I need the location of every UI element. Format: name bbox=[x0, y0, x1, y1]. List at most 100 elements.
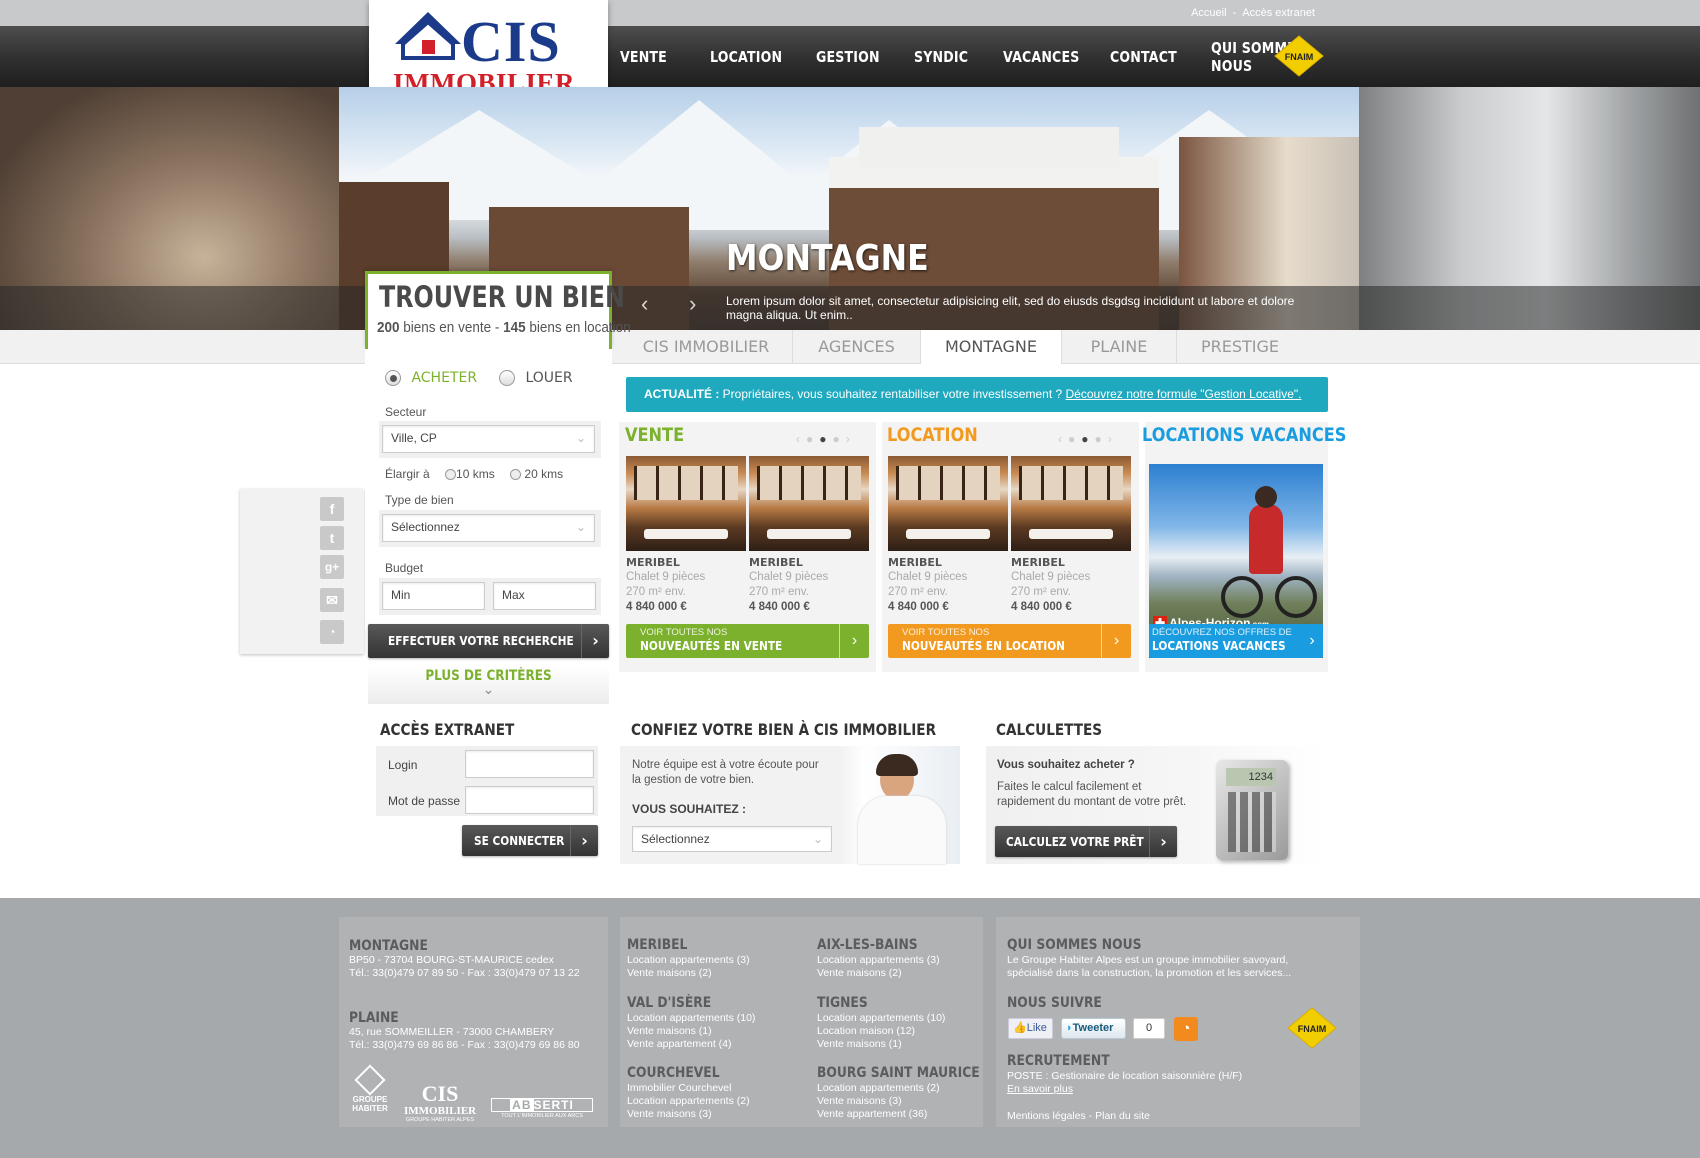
facebook-icon[interactable]: f bbox=[320, 497, 344, 521]
tab-plaine[interactable]: PLAINE bbox=[1062, 330, 1177, 364]
rent-option[interactable]: LOUER bbox=[499, 369, 573, 387]
location-photo-1[interactable] bbox=[888, 456, 1008, 551]
hero-prev-arrow[interactable]: ‹ bbox=[641, 291, 648, 317]
footer-city-link[interactable]: Vente maisons (3) bbox=[817, 1095, 902, 1108]
tweet-count: 0 bbox=[1133, 1018, 1165, 1039]
footer-montagne-title: MONTAGNE bbox=[349, 938, 428, 954]
vente-photo-1[interactable] bbox=[626, 456, 746, 551]
footer-city-title[interactable]: AIX-LES-BAINS bbox=[817, 937, 918, 953]
groupe-habiter-logo[interactable]: GROUPE HABITER bbox=[348, 1064, 392, 1125]
house-icon bbox=[395, 12, 461, 60]
nav-vente[interactable]: VENTE bbox=[620, 48, 672, 66]
location-item-1[interactable]: MERIBEL Chalet 9 pièces 270 m² env. 4 840 0… bbox=[888, 555, 967, 615]
location-title: LOCATION bbox=[887, 424, 978, 446]
radius-10-radio[interactable] bbox=[445, 469, 457, 481]
fnaim-text: FNAIM bbox=[1285, 52, 1314, 62]
nav-gestion[interactable]: GESTION bbox=[816, 48, 880, 66]
fnaim-footer-logo: FNAIM bbox=[1287, 1007, 1337, 1049]
login-button-label: SE CONNECTER bbox=[474, 834, 565, 848]
location-photo-2[interactable] bbox=[1011, 456, 1131, 551]
vente-photo-2[interactable] bbox=[749, 456, 869, 551]
cis-footer-logo[interactable]: CIS IMMOBILIER GROUPE HABITER ALPES bbox=[404, 1083, 476, 1125]
confiez-select[interactable]: Sélectionnez ⌄ bbox=[632, 826, 832, 852]
footer-legal-links[interactable]: Mentions légales - Plan du site bbox=[1007, 1110, 1150, 1123]
social-sidebar: f t g+ ✉ ◔ bbox=[240, 489, 364, 654]
rss-icon[interactable]: ◔ bbox=[320, 620, 344, 644]
tab-montagne[interactable]: MONTAGNE bbox=[921, 330, 1062, 364]
nav-syndic[interactable]: SYNDIC bbox=[914, 48, 968, 66]
budget-max-input[interactable]: Max bbox=[493, 582, 596, 610]
tab-agences[interactable]: AGENCES bbox=[793, 330, 921, 364]
vente-pager[interactable]: ‹●●●› bbox=[796, 432, 856, 446]
footer-recruit-post: POSTE : Gestionaire de location saisonni… bbox=[1007, 1070, 1243, 1082]
footer-city-link[interactable]: Location appartements (10) bbox=[627, 1012, 755, 1025]
facebook-like-button[interactable]: 👍Like bbox=[1008, 1018, 1053, 1039]
footer-city-link[interactable]: Vente maisons (3) bbox=[627, 1108, 712, 1121]
footer-city-link[interactable]: Vente maisons (1) bbox=[817, 1038, 902, 1051]
footer-city-link[interactable]: Immobilier Courchevel bbox=[627, 1082, 731, 1095]
extranet-link[interactable]: Accès extranet bbox=[1242, 7, 1315, 19]
buy-option[interactable]: ACHETER bbox=[385, 369, 477, 387]
calc-button[interactable]: CALCULEZ VOTRE PRÊT › bbox=[995, 826, 1177, 857]
location-all-button[interactable]: VOIR TOUTES NOS NOUVEAUTÉS EN LOCATION › bbox=[888, 624, 1131, 658]
tab-prestige[interactable]: PRESTIGE bbox=[1177, 330, 1303, 364]
search-form: ACHETER LOUER Secteur Ville, CP ⌄ Élargir… bbox=[365, 349, 612, 630]
footer-city-link[interactable]: Location appartements (2) bbox=[817, 1082, 940, 1095]
email-icon[interactable]: ✉ bbox=[320, 588, 344, 612]
abserti-logo[interactable]: AB SERTI TOUT L'IMMOBILIER AUX ARCS bbox=[491, 1098, 593, 1122]
fnaim-footer-text: FNAIM bbox=[1298, 1024, 1327, 1034]
footer-city-link[interactable]: Location appartements (2) bbox=[627, 1095, 750, 1108]
home-link[interactable]: Accueil bbox=[1191, 7, 1226, 19]
sector-input[interactable]: Ville, CP ⌄ bbox=[382, 425, 595, 453]
login-input[interactable] bbox=[465, 750, 594, 778]
chevron-right-icon: › bbox=[1149, 826, 1177, 857]
vacances-button[interactable]: DÉCOUVREZ NOS OFFRES DE LOCATIONS VACANCE… bbox=[1149, 624, 1323, 658]
footer-city-title[interactable]: TIGNES bbox=[817, 995, 868, 1011]
footer-city-title[interactable]: MERIBEL bbox=[627, 937, 687, 953]
team-photo bbox=[840, 746, 960, 864]
footer-city-link[interactable]: Vente maisons (2) bbox=[817, 967, 902, 980]
password-input[interactable] bbox=[465, 786, 594, 814]
footer-city-link[interactable]: Location appartements (3) bbox=[627, 954, 750, 967]
logo-cis: CIS bbox=[461, 9, 561, 74]
tab-cis-immobilier[interactable]: CIS IMMOBILIER bbox=[620, 330, 793, 364]
buy-radio[interactable] bbox=[385, 369, 401, 386]
news-link[interactable]: Découvrez notre formule "Gestion Locativ… bbox=[1066, 387, 1302, 401]
footer-about-text-2: spécialisé dans la construction, la prom… bbox=[1007, 967, 1292, 979]
rent-radio[interactable] bbox=[499, 369, 515, 386]
hero-next-arrow[interactable]: › bbox=[689, 291, 696, 317]
more-criteria-label: PLUS DE CRITÈRES bbox=[425, 668, 552, 684]
footer-city-link[interactable]: Vente maisons (2) bbox=[627, 967, 712, 980]
login-button[interactable]: SE CONNECTER › bbox=[462, 825, 598, 856]
footer-city-link[interactable]: Vente appartement (4) bbox=[627, 1038, 731, 1051]
footer-city-link[interactable]: Vente appartement (36) bbox=[817, 1108, 927, 1121]
footer-city-link[interactable]: Location appartements (10) bbox=[817, 1012, 945, 1025]
google-plus-icon[interactable]: g+ bbox=[320, 555, 344, 579]
nav-contact[interactable]: CONTACT bbox=[1110, 48, 1177, 66]
footer-city-link[interactable]: Location maison (12) bbox=[817, 1025, 915, 1038]
twitter-icon[interactable]: t bbox=[320, 526, 344, 550]
more-criteria[interactable]: PLUS DE CRITÈRES ⌄ bbox=[368, 666, 609, 704]
nav-vacances[interactable]: VACANCES bbox=[1003, 48, 1079, 66]
chevron-down-icon: ⌄ bbox=[575, 520, 586, 534]
location-pager[interactable]: ‹●●●› bbox=[1058, 432, 1118, 446]
nav-location[interactable]: LOCATION bbox=[710, 48, 782, 66]
footer-city-link[interactable]: Location appartements (3) bbox=[817, 954, 940, 967]
location-item-2[interactable]: MERIBEL Chalet 9 pièces 270 m² env. 4 840 0… bbox=[1011, 555, 1090, 615]
rss-feed-icon[interactable]: ◔ bbox=[1174, 1017, 1198, 1041]
footer-recruit-link[interactable]: En savoir plus bbox=[1007, 1083, 1073, 1096]
type-select[interactable]: Sélectionnez ⌄ bbox=[382, 514, 595, 542]
footer-city-title[interactable]: VAL D'ISÈRE bbox=[627, 995, 711, 1011]
password-label: Mot de passe bbox=[388, 794, 461, 808]
vente-all-button[interactable]: VOIR TOUTES NOS NOUVEAUTÉS EN VENTE › bbox=[626, 624, 869, 658]
footer-city-title[interactable]: COURCHEVEL bbox=[627, 1065, 720, 1081]
footer-city-title[interactable]: BOURG SAINT MAURICE bbox=[817, 1065, 980, 1081]
footer-city-link[interactable]: Vente maisons (1) bbox=[627, 1025, 712, 1038]
vente-item-1[interactable]: MERIBEL Chalet 9 pièces 270 m² env. 4 840 0… bbox=[626, 555, 705, 615]
radius-20-radio[interactable] bbox=[510, 469, 522, 481]
tweet-button[interactable]: ◗Tweeter bbox=[1061, 1018, 1126, 1039]
search-submit-button[interactable]: EFFECTUER VOTRE RECHERCHE › bbox=[368, 624, 609, 658]
budget-min-input[interactable]: Min bbox=[382, 582, 485, 610]
vente-item-2[interactable]: MERIBEL Chalet 9 pièces 270 m² env. 4 840 0… bbox=[749, 555, 828, 615]
news-label: ACTUALITÉ : bbox=[644, 387, 720, 401]
